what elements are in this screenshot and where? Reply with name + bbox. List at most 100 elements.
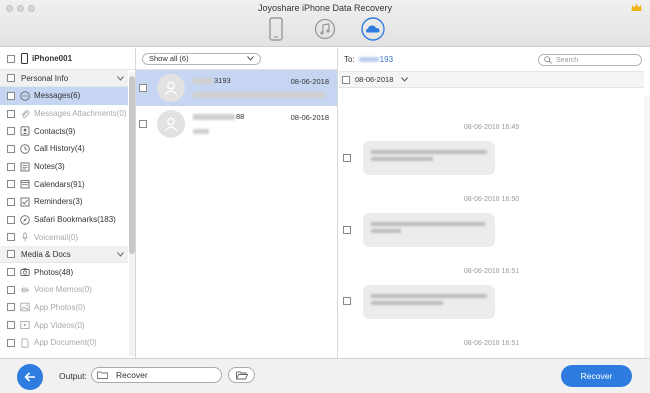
avatar	[157, 74, 185, 102]
conversation-row[interactable]: 88 08-06-2018	[136, 106, 337, 142]
message-timestamp: 08-06-2018 16:49	[463, 124, 520, 131]
arrow-left-icon	[24, 372, 35, 382]
browse-folder-button[interactable]	[228, 367, 255, 383]
sidebar-item-label: Calendars(91)	[34, 179, 85, 189]
sidebar-item-contacts[interactable]: Contacts(9)	[0, 122, 128, 140]
sidebar-item-messages-attachments[interactable]: Messages Attachments(0)	[0, 105, 128, 123]
sidebar-scroll-thumb[interactable]	[129, 76, 135, 254]
number-suffix: 3193	[214, 76, 231, 85]
recipient-number: 193	[358, 55, 393, 64]
sidebar-item-label: Reminders(3)	[34, 197, 83, 207]
redacted-preview	[193, 92, 325, 98]
redacted-digits	[193, 113, 235, 120]
item-checkbox[interactable]	[7, 303, 15, 312]
redacted-preview	[193, 129, 209, 134]
sidebar-item-voicemail[interactable]: Voicemail(0)	[0, 229, 128, 247]
chevron-down-icon[interactable]	[117, 75, 124, 81]
show-all-dropdown[interactable]: Show all (6)	[142, 52, 261, 65]
contact-icon	[20, 126, 30, 136]
sidebar-item-label: Notes(3)	[34, 162, 65, 172]
conversation-date: 08-06-2018	[290, 113, 329, 122]
date-group-checkbox[interactable]	[342, 75, 350, 84]
crown-icon[interactable]	[631, 3, 642, 12]
item-checkbox[interactable]	[7, 321, 15, 330]
message-icon	[20, 91, 30, 101]
sidebar-item-notes[interactable]: Notes(3)	[0, 158, 128, 176]
list-toolbar: Show all (6)	[136, 48, 337, 70]
item-checkbox[interactable]	[7, 91, 15, 100]
message-bubble	[363, 213, 495, 247]
number-suffix: 88	[236, 112, 245, 121]
image-icon	[20, 303, 30, 312]
document-icon	[21, 338, 29, 348]
output-label: Output:	[59, 371, 87, 381]
sidebar-item-label: App Photos(0)	[34, 302, 86, 312]
item-checkbox[interactable]	[7, 233, 15, 242]
item-checkbox[interactable]	[7, 197, 15, 206]
phone-icon	[21, 53, 28, 64]
item-checkbox[interactable]	[7, 215, 15, 224]
chevron-down-icon[interactable]	[117, 251, 124, 257]
section-personal-info[interactable]: Personal Info	[0, 70, 128, 87]
message-timestamp: 08-06-2018 16:51	[463, 268, 520, 275]
section-checkbox[interactable]	[7, 74, 15, 82]
conversation-list: Show all (6) 3193 08-06-2018 88 08-06-20…	[136, 48, 338, 358]
sidebar-item-voice-memos[interactable]: Voice Memos(0)	[0, 281, 128, 299]
mode-icloud-button[interactable]	[361, 16, 385, 42]
bottom-bar: Output: Recover Recover	[0, 358, 650, 393]
item-checkbox[interactable]	[7, 109, 15, 118]
message-checkbox[interactable]	[343, 297, 351, 305]
sidebar-item-app-document[interactable]: App Document(0)	[0, 334, 128, 352]
sidebar-item-app-videos[interactable]: App Videos(0)	[0, 316, 128, 334]
to-label: To:	[344, 55, 355, 64]
device-checkbox[interactable]	[7, 54, 15, 63]
sidebar-item-app-photos[interactable]: App Photos(0)	[0, 299, 128, 317]
sidebar-item-photos[interactable]: Photos(48)	[0, 263, 128, 281]
message-checkbox[interactable]	[343, 226, 351, 234]
item-checkbox[interactable]	[7, 285, 15, 294]
conversation-number: 88	[193, 112, 244, 121]
sidebar-item-reminders[interactable]: Reminders(3)	[0, 193, 128, 211]
conversation-row[interactable]: 3193 08-06-2018	[136, 70, 337, 106]
section-media-docs[interactable]: Media & Docs	[0, 246, 128, 264]
microphone-icon	[22, 232, 28, 242]
section-label: Personal Info	[21, 73, 69, 83]
sidebar-scrollbar[interactable]	[129, 72, 135, 356]
chevron-down-icon[interactable]	[401, 77, 409, 82]
conversation-preview	[193, 91, 325, 100]
back-button[interactable]	[17, 364, 43, 390]
item-checkbox[interactable]	[7, 180, 15, 189]
note-icon	[20, 162, 30, 172]
mode-ios-device-button[interactable]	[264, 16, 288, 42]
item-checkbox[interactable]	[7, 338, 15, 347]
mode-itunes-button[interactable]	[313, 16, 337, 42]
output-path-field[interactable]: Recover	[91, 367, 222, 383]
item-checkbox[interactable]	[7, 127, 15, 136]
reminder-icon	[20, 197, 30, 207]
section-label: Media & Docs	[21, 249, 71, 259]
redacted-digits	[193, 77, 213, 84]
message-checkbox[interactable]	[343, 154, 351, 162]
item-checkbox[interactable]	[7, 144, 15, 153]
conversation-checkbox[interactable]	[139, 84, 147, 92]
sidebar-item-label: Photos(48)	[34, 267, 74, 277]
section-checkbox[interactable]	[7, 250, 15, 259]
sidebar-item-messages[interactable]: Messages(6)	[0, 87, 128, 105]
title-bar: Joyoshare iPhone Data Recovery	[0, 0, 650, 47]
detail-scrollbar[interactable]	[644, 96, 650, 358]
chevron-down-icon	[247, 56, 254, 61]
sidebar-item-calendars[interactable]: Calendars(91)	[0, 175, 128, 193]
paperclip-icon	[21, 109, 30, 118]
conversation-checkbox[interactable]	[139, 120, 147, 128]
item-checkbox[interactable]	[7, 268, 15, 277]
music-note-icon	[314, 18, 336, 40]
cloud-icon	[361, 17, 385, 41]
sidebar-item-safari-bookmarks[interactable]: Safari Bookmarks(183)	[0, 211, 128, 229]
sidebar-item-call-history[interactable]: Call History(4)	[0, 140, 128, 158]
date-group-header[interactable]: 08-06-2018	[339, 72, 644, 88]
camera-icon	[20, 268, 30, 276]
conversation-preview	[193, 127, 209, 136]
device-row[interactable]: iPhone001	[0, 48, 135, 70]
item-checkbox[interactable]	[7, 162, 15, 171]
recover-button[interactable]: Recover	[561, 365, 632, 387]
